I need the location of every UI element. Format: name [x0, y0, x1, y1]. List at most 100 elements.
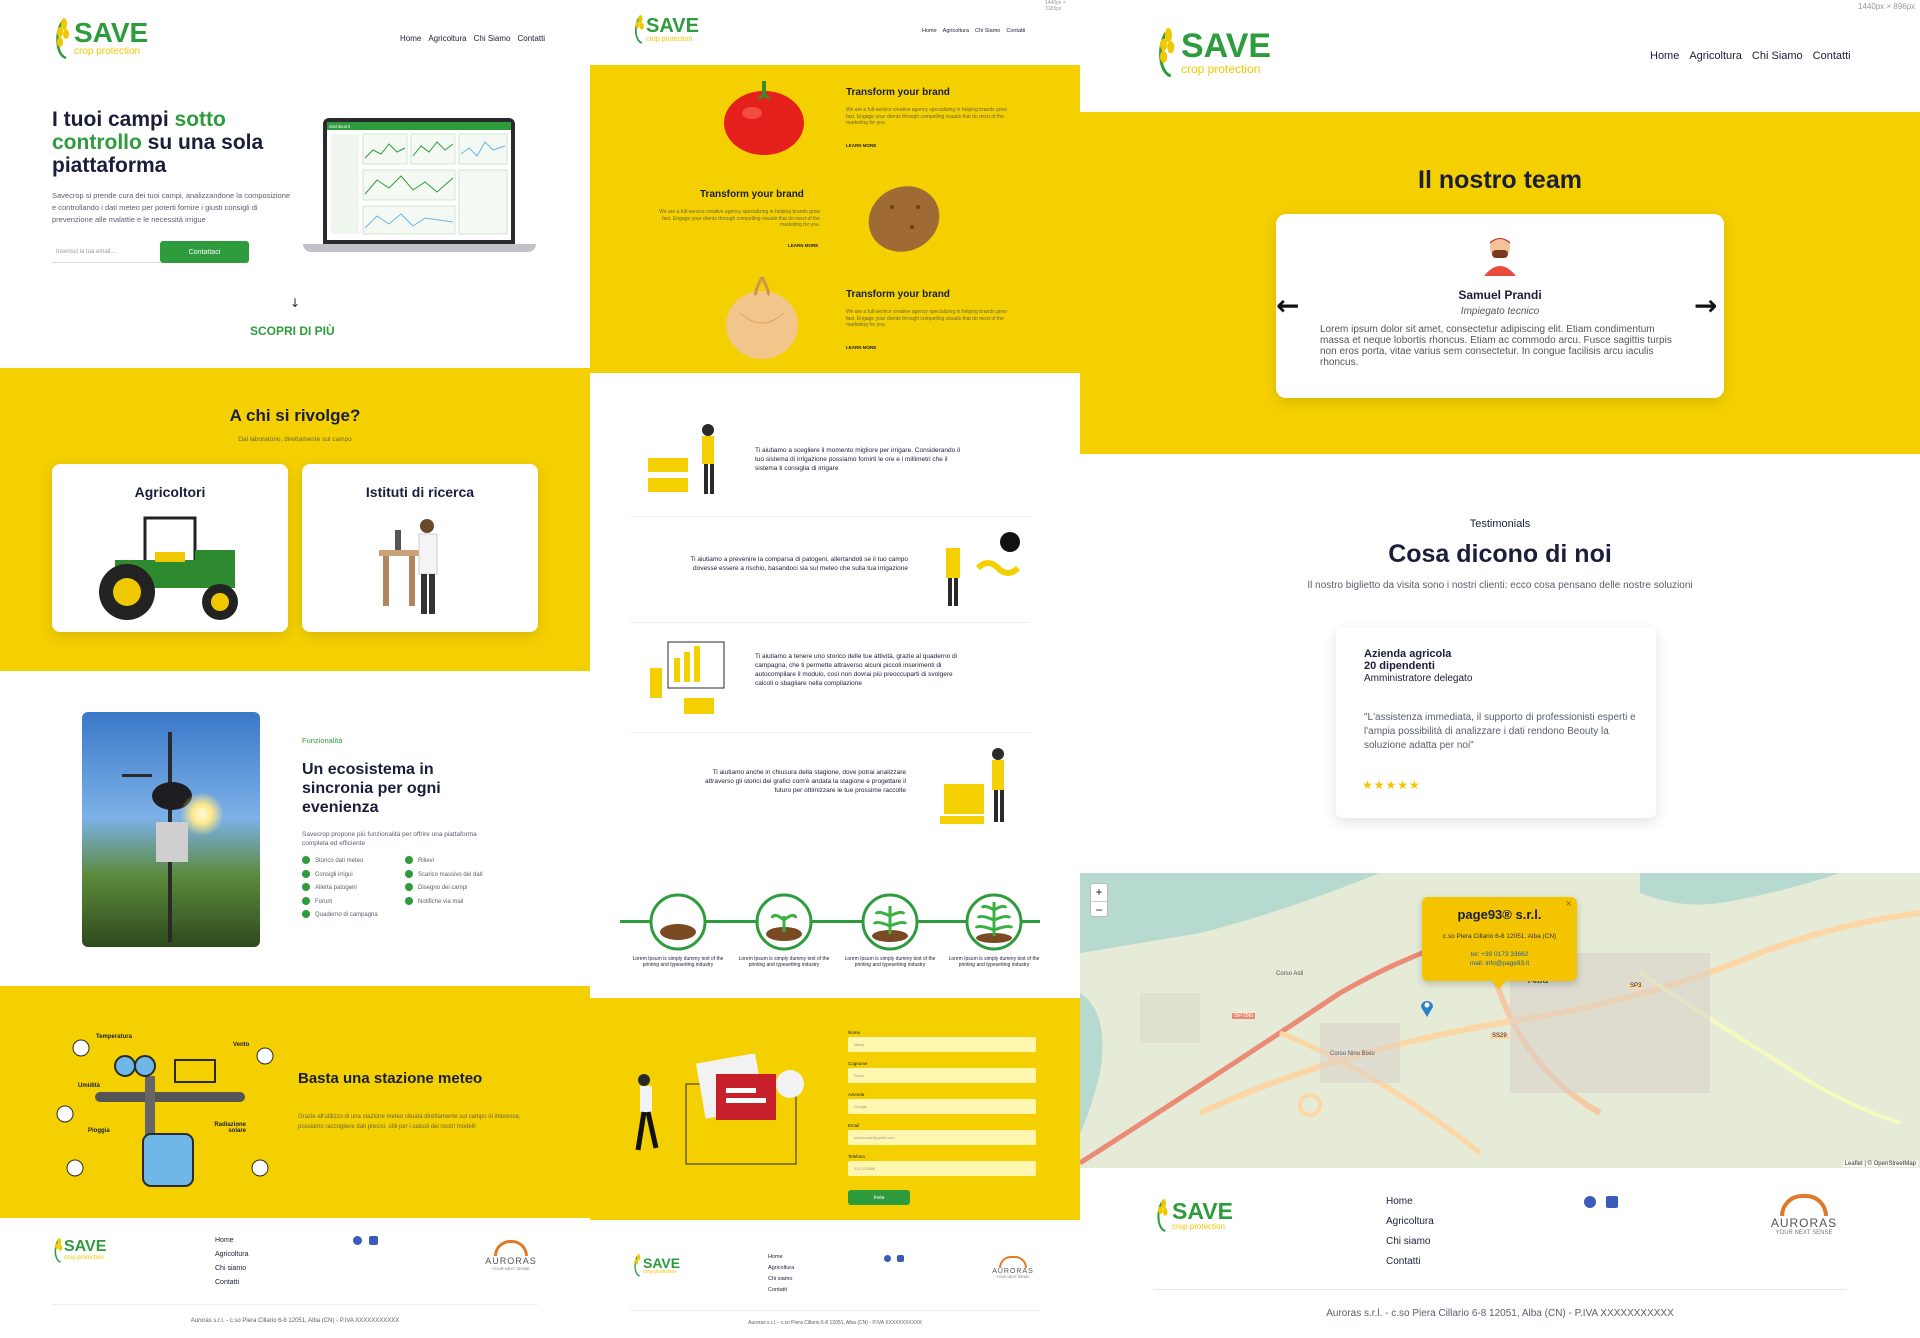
features-list-right: Rilievi Scarico massivo dei dati Disegno… — [405, 855, 483, 909]
footer-link-chi-siamo[interactable]: Chi siamo — [768, 1274, 794, 1285]
feature-label: Rilievi — [418, 858, 435, 864]
footer-link-home[interactable]: Home — [215, 1234, 248, 1248]
hero-title: I tuoi campi sotto controllo su una sola… — [52, 108, 292, 177]
discover-more-link[interactable]: SCOPRI DI PIÙ — [250, 324, 335, 338]
popup-title: page93® s.r.l. — [1457, 907, 1542, 922]
step-divider — [630, 622, 1030, 623]
zoom-in-button[interactable]: + — [1091, 884, 1107, 902]
testimonials-eyebrow: Testimonials — [1469, 518, 1531, 530]
footer-logo[interactable]: SAVE crop protection — [52, 1235, 106, 1265]
target-sub: Dal laboratorio, direttamente sul campo — [238, 436, 352, 443]
main-nav: Home Agricoltura Chi Siamo Contatti — [400, 34, 545, 43]
feature-item: Disegno dei campi — [405, 882, 483, 896]
auroras-logo[interactable]: AURORAS YOUR NEXT SENSE — [988, 1256, 1038, 1279]
auroras-word: AURORAS — [992, 1268, 1034, 1275]
wheat-icon — [634, 1254, 641, 1277]
linkedin-icon[interactable] — [369, 1236, 378, 1245]
form-input-azienda[interactable]: Google — [848, 1099, 1036, 1114]
testimonial-role: Amministratore delegato — [1364, 673, 1473, 684]
wheat-icon — [54, 1238, 63, 1263]
agricoltura-mockup: 1440px × 3183px SAVE crop protection Home… — [590, 0, 1080, 1338]
features-title: Un ecosistema in sincronia per ogni even… — [302, 761, 441, 816]
nav-agricoltura[interactable]: Agricoltura — [943, 28, 969, 34]
logo-sub: crop protection — [64, 1255, 104, 1261]
zoom-out-button[interactable]: − — [1091, 902, 1107, 919]
contact-button[interactable]: Contattaci — [160, 241, 249, 263]
linkedin-icon[interactable] — [897, 1255, 904, 1262]
logo-word: SAVE — [1172, 1197, 1233, 1224]
nav-contatti[interactable]: Contatti — [1813, 50, 1851, 62]
learn-more-link-1[interactable]: LEARN MORE — [846, 143, 876, 148]
logo-word: SAVE — [646, 14, 699, 37]
linkedin-icon[interactable] — [1606, 1196, 1618, 1208]
nav-home[interactable]: Home — [922, 28, 937, 34]
nav-contatti[interactable]: Contatti — [518, 34, 546, 43]
carousel-prev-arrow-icon[interactable]: ← — [1276, 292, 1299, 320]
feature-label: Allerta patogeni — [315, 885, 357, 891]
form-input-email[interactable]: mariorossi@gmail.com — [848, 1130, 1036, 1145]
footer-link-agricoltura[interactable]: Agricoltura — [768, 1263, 794, 1274]
facebook-icon[interactable] — [353, 1236, 362, 1245]
footer-link-chi-siamo[interactable]: Chi siamo — [215, 1262, 248, 1276]
footer-logo[interactable]: SAVE crop protection — [1154, 1195, 1233, 1235]
footer-link-agricoltura[interactable]: Agricoltura — [1386, 1212, 1434, 1232]
footer-link-contatti[interactable]: Contatti — [768, 1285, 794, 1296]
page-dimension-label: 1440px × 896px — [1858, 2, 1916, 11]
learn-more-link-3[interactable]: LEARN MORE — [846, 345, 876, 350]
crop-title-2: Transform your brand — [700, 189, 804, 200]
nav-agricoltura[interactable]: Agricoltura — [428, 34, 466, 43]
main-nav: Home Agricoltura Chi Siamo Contatti — [922, 28, 1025, 34]
footer-logo[interactable]: SAVE crop protection — [632, 1252, 680, 1278]
save-logo[interactable]: SAVE crop protection — [632, 12, 699, 46]
map-attribution[interactable]: Leaflet | © OpenStreetMap — [1842, 1161, 1918, 1167]
form-input-telefono[interactable]: 333 123456 — [848, 1161, 1036, 1176]
popup-mail[interactable]: mail: info@page93.it — [1422, 960, 1577, 967]
onion-image — [726, 276, 798, 359]
save-logo[interactable]: SAVE crop protection — [52, 16, 148, 60]
facebook-icon[interactable] — [884, 1255, 891, 1262]
nav-chi-siamo[interactable]: Chi Siamo — [975, 28, 1000, 34]
footer-link-agricoltura[interactable]: Agricoltura — [215, 1248, 248, 1262]
testimonials-sub: Il nostro biglietto da visita sono i nos… — [1307, 580, 1693, 591]
submit-button[interactable]: Invia — [848, 1190, 910, 1205]
form-input-cognome[interactable]: Rossi — [848, 1068, 1036, 1083]
logbook-illustration — [650, 641, 725, 714]
card-istituti[interactable]: Istituti di ricerca — [302, 464, 538, 632]
popup-tel[interactable]: tel: +39 0173 33662 — [1422, 951, 1577, 958]
facebook-icon[interactable] — [1584, 1196, 1596, 1208]
tractor-image — [99, 516, 238, 620]
logo-word: SAVE — [74, 17, 149, 48]
nav-agricoltura[interactable]: Agricoltura — [1689, 50, 1742, 62]
email-input[interactable]: Inserisci la tua email... — [52, 243, 160, 263]
wheat-icon — [1159, 28, 1175, 78]
form-input-nome[interactable]: Mario — [848, 1037, 1036, 1052]
learn-more-link-2[interactable]: LEARN MORE — [788, 243, 818, 248]
footer-link-contatti[interactable]: Contatti — [215, 1276, 248, 1290]
footer-link-chi-siamo[interactable]: Chi siamo — [1386, 1232, 1434, 1252]
team-member-card: Samuel Prandi Impiegato tecnico Lorem ip… — [1276, 214, 1724, 398]
auroras-logo[interactable]: AURORAS YOUR NEXT SENSE — [1764, 1194, 1844, 1236]
feature-item: Consigli irrigui — [302, 869, 378, 883]
main-nav: Home Agricoltura Chi Siamo Contatti — [1650, 50, 1851, 62]
nav-home[interactable]: Home — [1650, 50, 1679, 62]
footer-link-contatti[interactable]: Contatti — [1386, 1252, 1434, 1272]
footer-link-home[interactable]: Home — [1386, 1192, 1434, 1212]
map-road-label: SP3 — [1628, 983, 1644, 989]
map-pin-icon[interactable] — [1420, 999, 1434, 1017]
location-map[interactable]: Alba SP7bis SP3 SS29 Corso Nino Bixio Co… — [1080, 873, 1920, 1168]
carousel-next-arrow-icon[interactable]: → — [1694, 292, 1717, 320]
tomato-image — [724, 81, 804, 155]
laptop-screen-title: dashboard — [327, 122, 511, 130]
card-agricoltori[interactable]: Agricoltori — [52, 464, 288, 632]
save-logo[interactable]: SAVE crop protection — [1154, 20, 1271, 84]
pathogen-illustration — [946, 532, 1021, 606]
nav-contatti[interactable]: Contatti — [1006, 28, 1025, 34]
laptop-dashboard-image: dashboard — [303, 118, 536, 254]
arrow-down-icon[interactable]: ↓ — [290, 296, 300, 310]
nav-home[interactable]: Home — [400, 34, 421, 43]
crops-section: Transform your brand We are a full-servi… — [590, 65, 1080, 373]
nav-chi-siamo[interactable]: Chi Siamo — [474, 34, 511, 43]
footer-link-home[interactable]: Home — [768, 1252, 794, 1263]
auroras-logo[interactable]: AURORAS YOUR NEXT SENSE — [482, 1240, 540, 1271]
nav-chi-siamo[interactable]: Chi Siamo — [1752, 50, 1803, 62]
